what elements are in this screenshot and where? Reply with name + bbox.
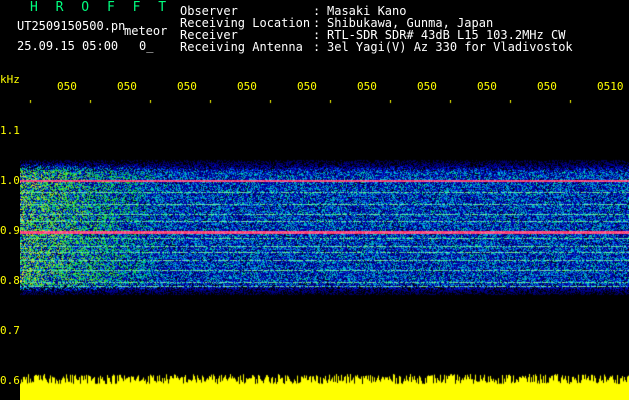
file-name: UT2509150500.pn xyxy=(17,19,126,33)
y-axis-unit: kHz xyxy=(0,73,20,86)
x-tick-label: 050 xyxy=(177,80,197,93)
app-title: H R O F F T xyxy=(30,0,172,15)
antenna-label: Receiving Antenna xyxy=(180,40,303,54)
y-tick-label: 1.1 xyxy=(0,124,20,137)
x-tick-label: 050 xyxy=(117,80,137,93)
y-tick-label: 0.8 xyxy=(0,274,20,287)
file-tag: meteor xyxy=(124,24,168,38)
y-tick-label: 0.6 xyxy=(0,374,20,387)
x-tick-label: 050 xyxy=(357,80,377,93)
spectrogram-waterfall xyxy=(20,100,629,400)
x-tick-label: 050 xyxy=(417,80,437,93)
x-tick-label: 050 xyxy=(297,80,317,93)
x-tick-label: 0510 xyxy=(597,80,624,93)
x-tick-label: 050 xyxy=(237,80,257,93)
x-tick-label: 050 xyxy=(477,80,497,93)
hrofft-window: H R O F F T UT2509150500.pn meteor 25.09… xyxy=(0,0,629,400)
x-tick-label: 050 xyxy=(537,80,557,93)
file-timestamp: 25.09.15 05:00 xyxy=(17,39,119,53)
antenna-colon: : xyxy=(313,40,321,54)
y-tick-label: 0.9 xyxy=(0,224,20,237)
file-timestamp-extra: 0_ xyxy=(139,39,154,53)
y-tick-label: 1.0 xyxy=(0,174,20,187)
antenna-value: 3el Yagi(V) Az 330 for Vladivostok xyxy=(327,40,573,54)
y-tick-label: 0.7 xyxy=(0,324,20,337)
x-tick-label: 050 xyxy=(57,80,77,93)
